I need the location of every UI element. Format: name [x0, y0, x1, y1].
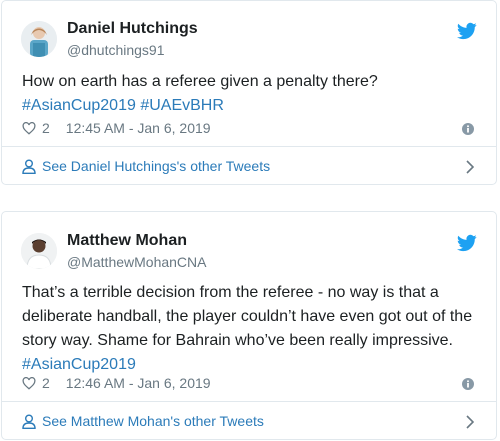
timestamp[interactable]: 12:45 AM - Jan 6, 2019 [66, 120, 211, 136]
hashtag-link[interactable]: #AsianCup2019 [22, 356, 136, 373]
author-name[interactable]: Matthew Mohan [67, 232, 187, 250]
tweet-card: Matthew Mohan @MatthewMohanCNA That’s a … [1, 211, 497, 440]
chevron-right-icon[interactable] [466, 415, 474, 429]
tweet-text-line: deliberate handball, the player couldn’t… [22, 308, 473, 325]
see-other-tweets-label[interactable]: See Daniel Hutchings's other Tweets [42, 158, 270, 174]
person-icon [22, 159, 36, 174]
tweet-text-line: story way. Shame for Bahrain who’ve been… [22, 332, 453, 349]
hashtag-link[interactable]: #UAEvBHR [140, 97, 224, 114]
avatar[interactable] [21, 21, 57, 57]
twitter-bird-icon[interactable] [457, 233, 477, 253]
like-count[interactable]: 2 [42, 120, 50, 136]
hashtag-link[interactable]: #AsianCup2019 [22, 97, 136, 114]
tweet-text: How on earth has a referee given a penal… [22, 70, 482, 118]
divider [2, 401, 496, 402]
tweet-meta: 2 12:45 AM - Jan 6, 2019 [22, 120, 211, 136]
twitter-bird-icon[interactable] [457, 21, 477, 41]
divider [2, 146, 496, 147]
tweet-text-line: How on earth has a referee given a penal… [22, 73, 378, 90]
tweet-card: Daniel Hutchings @dhutchings91 How on ea… [1, 0, 497, 185]
like-count[interactable]: 2 [42, 375, 50, 391]
author-handle[interactable]: @MatthewMohanCNA [67, 254, 207, 270]
see-other-tweets-link[interactable]: See Daniel Hutchings's other Tweets [22, 158, 270, 174]
author-name[interactable]: Daniel Hutchings [67, 20, 198, 38]
see-other-tweets-link[interactable]: See Matthew Mohan's other Tweets [22, 413, 264, 429]
person-icon [22, 414, 36, 429]
tweet-hashtags: #AsianCup2019 [22, 353, 482, 377]
tweet-meta: 2 12:46 AM - Jan 6, 2019 [22, 375, 211, 391]
avatar[interactable] [21, 233, 57, 269]
heart-icon[interactable] [22, 121, 36, 135]
author-handle[interactable]: @dhutchings91 [67, 42, 165, 58]
see-other-tweets-label[interactable]: See Matthew Mohan's other Tweets [42, 413, 264, 429]
chevron-right-icon[interactable] [466, 160, 474, 174]
tweet-hashtags: #AsianCup2019 #UAEvBHR [22, 94, 482, 118]
heart-icon[interactable] [22, 376, 36, 390]
info-icon[interactable] [462, 378, 474, 390]
info-icon[interactable] [462, 123, 474, 135]
timestamp[interactable]: 12:46 AM - Jan 6, 2019 [66, 375, 211, 391]
tweet-text: That’s a terrible decision from the refe… [22, 281, 482, 377]
tweet-text-line: That’s a terrible decision from the refe… [22, 284, 439, 301]
